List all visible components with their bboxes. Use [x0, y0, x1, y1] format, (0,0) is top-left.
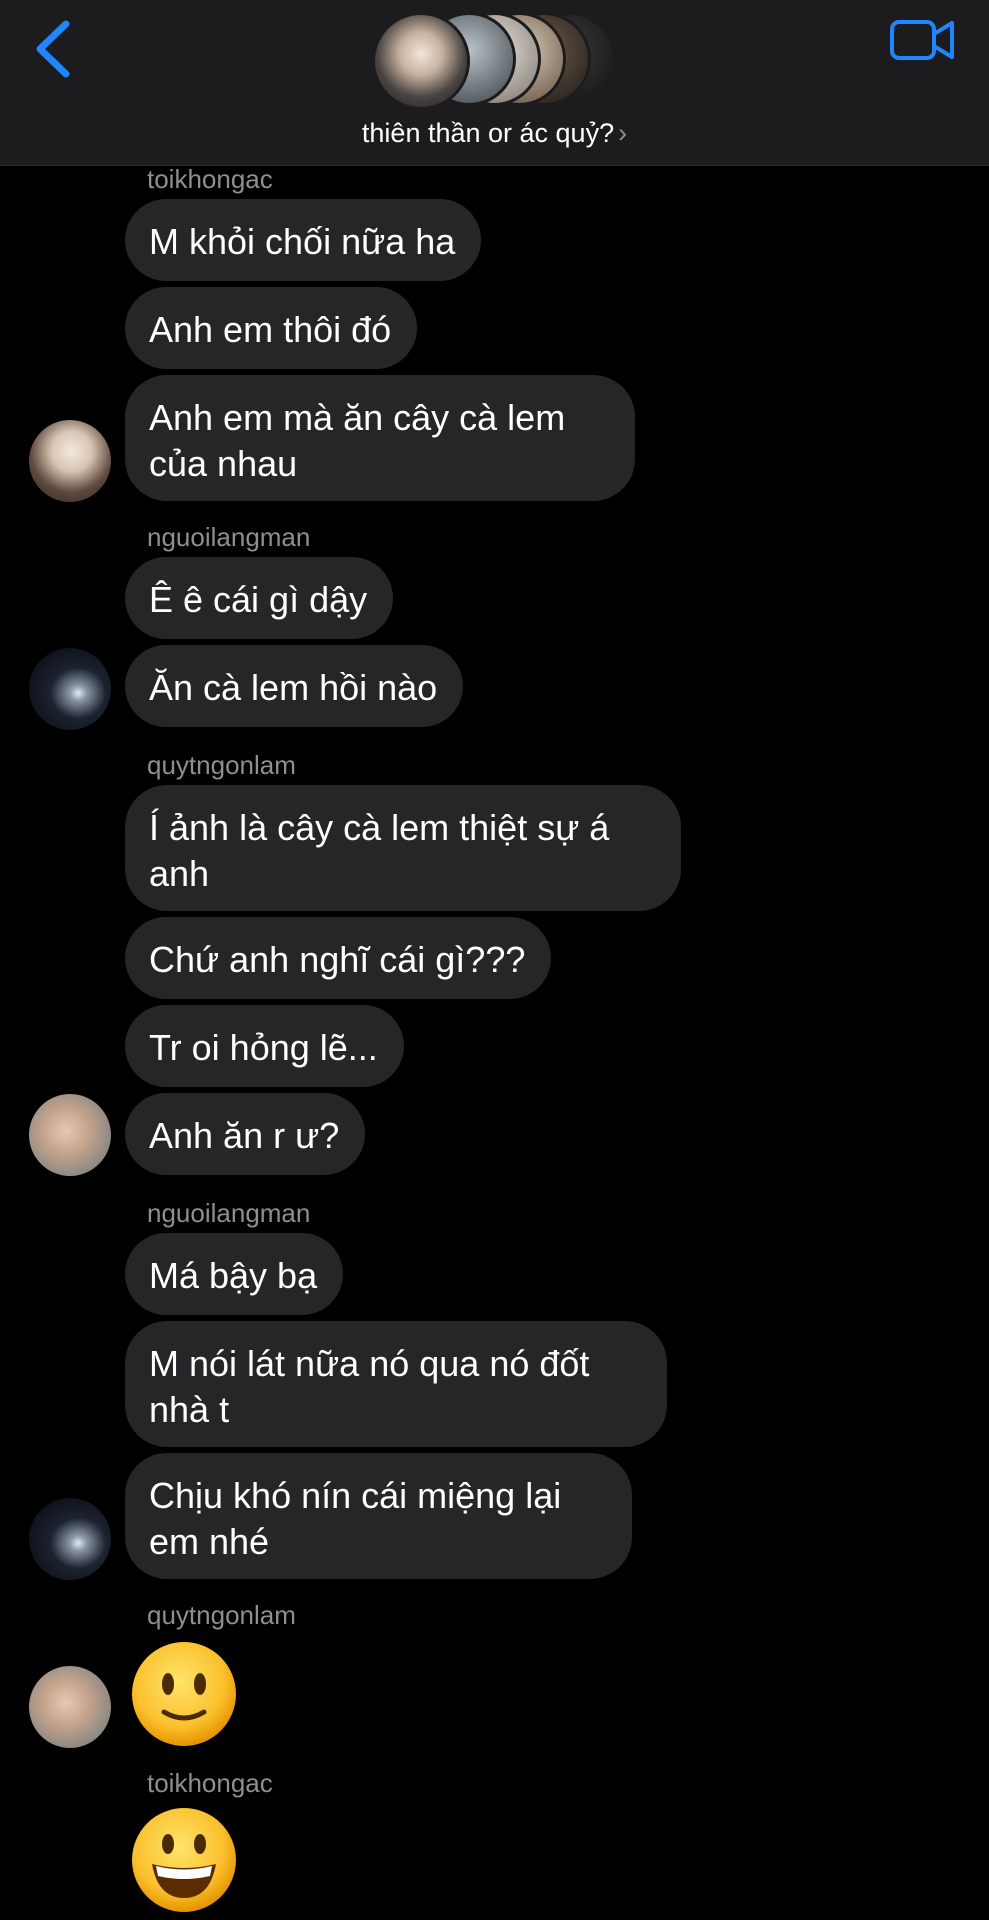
message-bubble[interactable]: Anh ăn r ư? [125, 1093, 366, 1175]
video-call-icon [890, 20, 954, 60]
message-bubble[interactable]: M khỏi chối nữa ha [125, 199, 482, 281]
chevron-right-icon: › [618, 118, 628, 148]
message-bubble[interactable]: Í ảnh là cây cà lem thiệt sự á anh [125, 785, 681, 911]
message-bubble[interactable]: Ê ê cái gì dậy [125, 557, 394, 639]
message-thread[interactable]: toikhongac M khỏi chối nữa ha Anh em thô… [0, 164, 989, 1920]
message-bubble[interactable]: Tr oi hỏng lẽ... [125, 1005, 404, 1087]
avatar[interactable] [29, 648, 111, 730]
chat-header: thiên thần or ác quỷ? › [0, 0, 989, 166]
video-call-button[interactable] [888, 14, 958, 70]
sender-name: toikhongac [147, 164, 273, 194]
back-button[interactable] [28, 14, 88, 84]
message-bubble[interactable]: Anh em thôi đó [125, 287, 418, 369]
message-bubble[interactable]: Chứ anh nghĩ cái gì??? [125, 917, 552, 999]
message-bubble[interactable]: Ăn cà lem hồi nào [125, 645, 464, 727]
avatar[interactable] [29, 420, 111, 502]
avatar[interactable] [29, 1094, 111, 1176]
group-avatar-stack[interactable] [372, 12, 622, 110]
avatar[interactable] [29, 1498, 111, 1580]
group-title-button[interactable]: thiên thần or ác quỷ? › [0, 118, 989, 149]
sender-name: quytngonlam [147, 1600, 296, 1630]
group-title: thiên thần or ác quỷ? [361, 118, 615, 148]
sender-name: nguoilangman [147, 1198, 311, 1228]
avatar[interactable] [29, 1666, 111, 1748]
group-member-avatar [372, 12, 470, 110]
slightly-smiling-face-icon[interactable] [130, 1640, 238, 1753]
message-bubble[interactable]: Má bậy bạ [125, 1233, 344, 1315]
grinning-face-icon[interactable] [130, 1806, 238, 1919]
sender-name: quytngonlam [147, 750, 296, 780]
message-bubble[interactable]: Anh em mà ăn cây cà lem của nhau [125, 375, 635, 501]
message-bubble[interactable]: Chịu khó nín cái miệng lại em nhé [125, 1453, 632, 1579]
message-bubble[interactable]: M nói lát nữa nó qua nó đốt nhà t [125, 1321, 667, 1447]
sender-name: toikhongac [147, 1768, 273, 1798]
sender-name: nguoilangman [147, 522, 311, 552]
chevron-left-icon [36, 20, 70, 78]
